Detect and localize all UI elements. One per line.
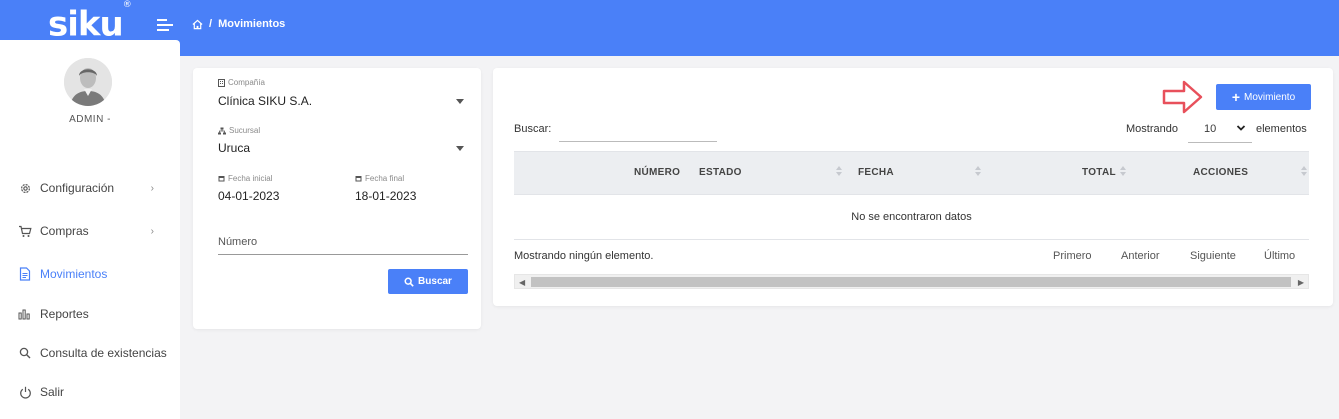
sidebar-item-label: Consulta de existencias xyxy=(40,346,167,360)
sort-icon[interactable] xyxy=(1120,165,1126,179)
cart-icon xyxy=(18,224,32,238)
sidebar-item-label: Movimientos xyxy=(40,267,108,281)
empty-table-row: No se encontraron datos xyxy=(514,196,1309,240)
start-date-input[interactable]: 04-01-2023 xyxy=(218,189,279,203)
pagination-next[interactable]: Siguiente xyxy=(1190,250,1236,262)
end-date-label: Fecha final xyxy=(355,174,404,183)
sort-icon[interactable] xyxy=(836,165,842,179)
column-header-total[interactable]: TOTAL xyxy=(1082,167,1116,178)
sitemap-icon xyxy=(218,127,226,134)
scroll-right-icon[interactable]: ▶ xyxy=(1298,278,1304,287)
table-search-label: Buscar: xyxy=(514,123,552,135)
search-button[interactable]: Buscar xyxy=(388,269,468,294)
branch-select[interactable]: Uruca xyxy=(218,141,250,155)
scroll-left-icon[interactable]: ◀ xyxy=(519,278,525,287)
start-date-label-text: Fecha inicial xyxy=(228,174,273,183)
sidebar-item-consulta-existencias[interactable]: Consulta de existencias xyxy=(18,343,168,363)
table-header: NÚMERO ESTADO FECHA TOTAL ACCIONES xyxy=(514,151,1309,195)
pagination-previous[interactable]: Anterior xyxy=(1121,250,1160,262)
branch-label-text: Sucursal xyxy=(229,126,261,135)
sidebar-item-label: Reportes xyxy=(40,307,89,321)
top-bar: siku® / Movimientos xyxy=(0,0,1339,56)
sort-icon[interactable] xyxy=(975,165,981,179)
page-size-suffix: elementos xyxy=(1256,123,1307,135)
siku-logo[interactable]: siku® xyxy=(48,0,132,45)
sidebar-item-salir[interactable]: Salir xyxy=(18,382,168,402)
company-dropdown-icon[interactable] xyxy=(456,99,464,104)
table-info: Mostrando ningún elemento. xyxy=(514,250,654,262)
sidebar-item-compras[interactable]: Compras › xyxy=(18,221,168,241)
company-select[interactable]: Clínica SIKU S.A. xyxy=(218,94,312,108)
breadcrumb-separator: / xyxy=(209,18,213,30)
sidebar-item-label: Compras xyxy=(40,224,89,238)
sort-icon[interactable] xyxy=(1301,165,1307,179)
horizontal-scrollbar[interactable]: ◀ ▶ xyxy=(514,274,1309,289)
scrollbar-thumb[interactable] xyxy=(531,277,1291,287)
power-icon xyxy=(18,385,32,399)
column-header-fecha[interactable]: FECHA xyxy=(858,167,894,178)
logo-text: siku xyxy=(48,4,124,45)
breadcrumb-current: Movimientos xyxy=(218,18,286,30)
end-date-input[interactable]: 18-01-2023 xyxy=(355,189,416,203)
sidebar-item-movimientos[interactable]: Movimientos xyxy=(18,264,168,284)
table-search-input[interactable] xyxy=(559,122,717,142)
number-input[interactable]: Número xyxy=(218,236,468,255)
document-icon xyxy=(18,267,32,281)
pagination-first[interactable]: Primero xyxy=(1053,250,1092,262)
page-size-label: Mostrando xyxy=(1126,123,1178,135)
search-icon xyxy=(404,277,414,287)
menu-toggle-icon[interactable] xyxy=(157,18,173,32)
avatar xyxy=(64,58,112,106)
page-size-value: 10 xyxy=(1204,123,1217,135)
bar-chart-icon xyxy=(18,307,32,321)
company-label: Compañía xyxy=(218,78,265,87)
search-icon xyxy=(18,346,32,360)
logo-registered-mark: ® xyxy=(122,0,132,10)
plus-icon: + xyxy=(1231,89,1241,105)
column-header-estado[interactable]: ESTADO xyxy=(699,167,742,178)
gear-icon xyxy=(18,181,32,195)
sidebar-item-label: Salir xyxy=(40,385,65,399)
chevron-right-icon: › xyxy=(150,225,154,237)
pagination-last[interactable]: Último xyxy=(1264,250,1295,262)
chevron-down-icon xyxy=(1236,125,1246,131)
sidebar-item-label: Configuración xyxy=(40,181,115,195)
new-movement-label: Movimiento xyxy=(1244,91,1296,103)
sidebar: ADMIN - Configuración › Compras › Movimi… xyxy=(0,40,180,419)
user-name: ADMIN - xyxy=(69,114,111,125)
filter-panel: Compañía Clínica SIKU S.A. Sucursal Uruc… xyxy=(193,68,481,329)
search-button-label: Buscar xyxy=(418,276,452,287)
breadcrumb: / Movimientos xyxy=(192,18,285,30)
branch-dropdown-icon[interactable] xyxy=(456,146,464,151)
new-movement-button[interactable]: + Movimiento xyxy=(1216,84,1311,110)
company-label-text: Compañía xyxy=(228,78,265,87)
sidebar-item-configuracion[interactable]: Configuración › xyxy=(18,178,168,198)
sidebar-item-reportes[interactable]: Reportes xyxy=(18,304,168,324)
calendar-icon xyxy=(355,176,362,182)
chevron-right-icon: › xyxy=(150,182,154,194)
column-header-numero[interactable]: NÚMERO xyxy=(634,167,680,178)
movements-table-panel: + Movimiento Buscar: Mostrando 10 elemen… xyxy=(493,68,1333,306)
page-size-select[interactable]: 10 xyxy=(1188,119,1252,143)
branch-label: Sucursal xyxy=(218,126,260,135)
calendar-icon xyxy=(218,176,225,182)
column-header-acciones[interactable]: ACCIONES xyxy=(1193,167,1248,178)
end-date-label-text: Fecha final xyxy=(365,174,405,183)
start-date-label: Fecha inicial xyxy=(218,174,272,183)
home-icon[interactable] xyxy=(192,19,203,30)
building-icon xyxy=(218,78,225,87)
arrow-right-annotation-icon xyxy=(1162,80,1203,114)
